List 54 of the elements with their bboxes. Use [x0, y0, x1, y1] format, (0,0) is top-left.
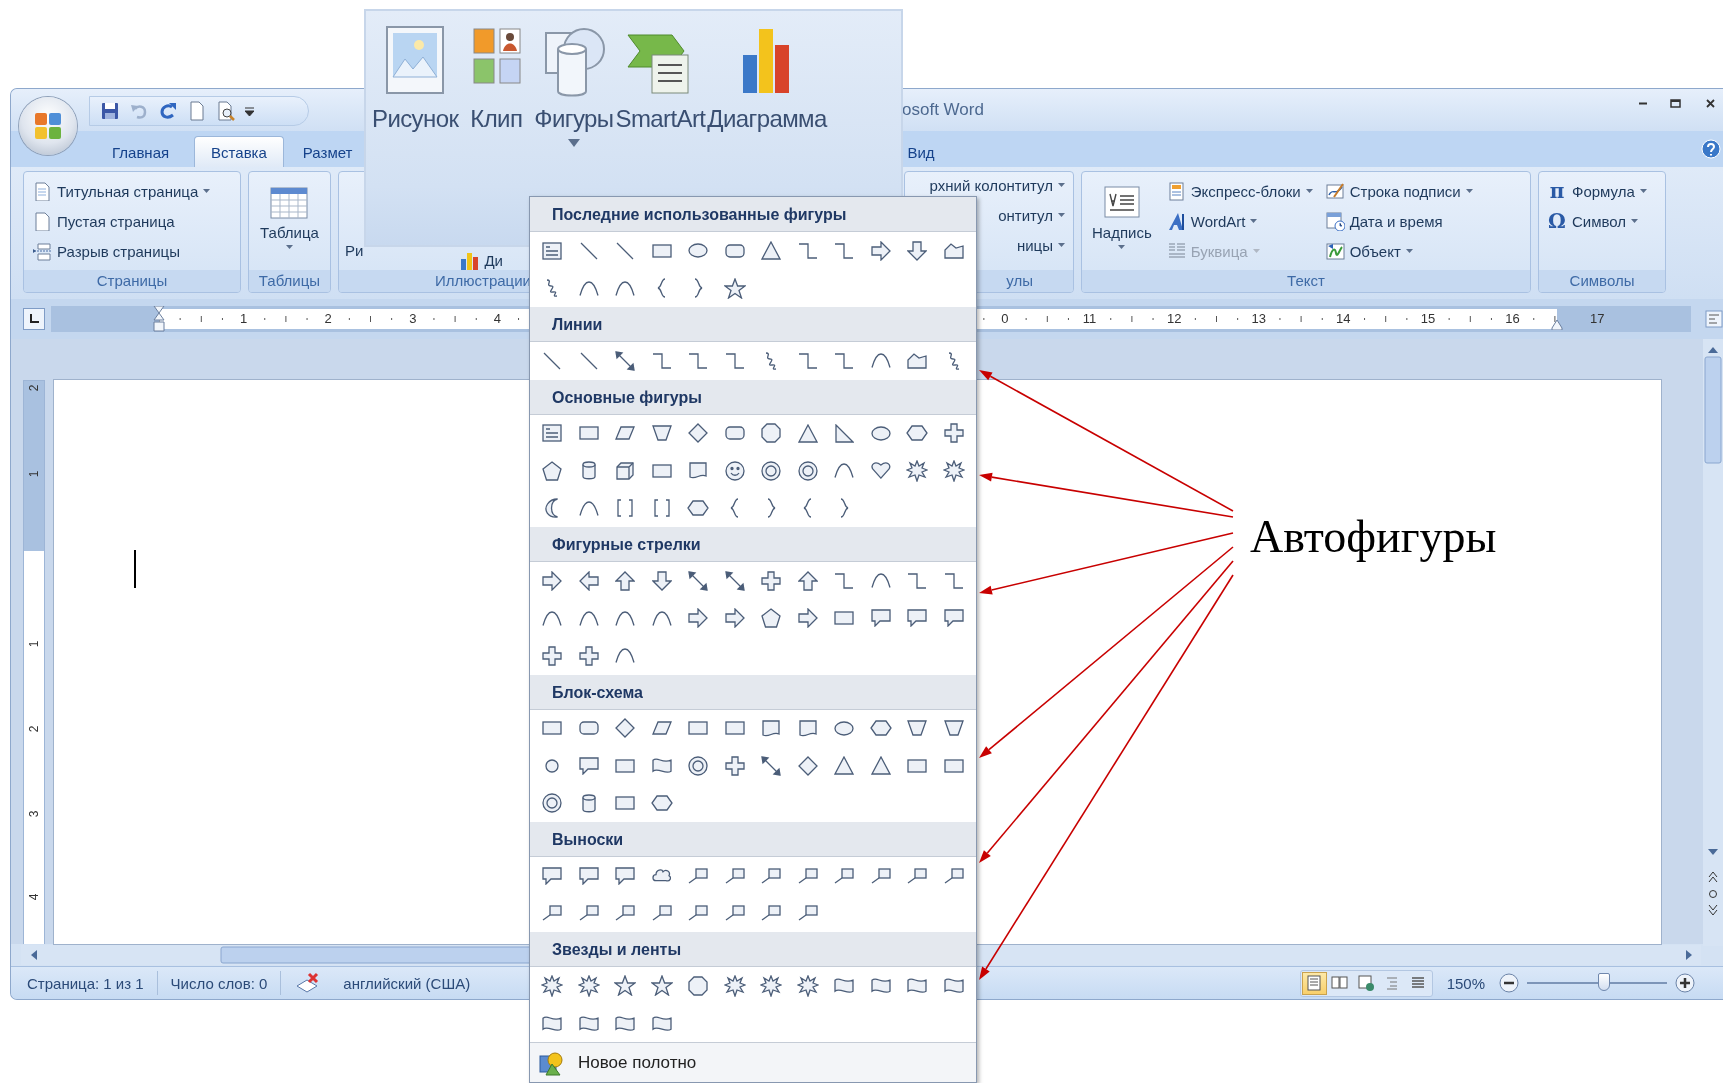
- ribbon-button[interactable]: Разрыв страницы: [30, 236, 213, 266]
- ribbon-button[interactable]: Клип: [460, 23, 533, 147]
- section-header: Выноски: [530, 822, 976, 857]
- ribbon-button[interactable]: Дата и время: [1322, 206, 1475, 236]
- ribbon-tab[interactable]: Главная: [95, 136, 187, 167]
- ribbon-button[interactable]: Пустая страница: [30, 206, 213, 236]
- ribbon-button[interactable]: Фигуры: [534, 23, 614, 147]
- ribbon-tab[interactable]: Размет: [295, 136, 355, 167]
- ribbon-button[interactable]: Ω Символ: [1545, 206, 1649, 236]
- window-title: osoft Word: [902, 100, 984, 120]
- ribbon-button[interactable]: Объект: [1322, 236, 1475, 266]
- group-label: Таблицы: [249, 270, 330, 292]
- ribbon-button[interactable]: Надпись: [1088, 176, 1156, 270]
- ribbon-button[interactable]: Титульная страница: [30, 176, 213, 206]
- group-label: Текст: [1082, 270, 1530, 292]
- page-count: Страница: 1 из 1: [26, 974, 145, 992]
- section-header: Линии: [530, 307, 976, 342]
- ruler-number: 3: [27, 809, 41, 820]
- ribbon-button[interactable]: ницы: [1014, 230, 1067, 260]
- section-header: Звезды и ленты: [530, 932, 976, 967]
- group-label: Страницы: [24, 270, 240, 292]
- ruler-number: 1: [27, 469, 41, 480]
- ribbon-button[interactable]: рхний колонтитул: [927, 172, 1067, 200]
- group-label: Символы: [1539, 270, 1665, 292]
- new-canvas-menu-item[interactable]: Новое полотно: [578, 1052, 697, 1073]
- symbol-icon: Ω: [1547, 209, 1567, 233]
- ribbon-button[interactable]: Рисунок: [372, 23, 459, 147]
- ribbon-button[interactable]: π Формула: [1545, 176, 1649, 206]
- ruler-number: 2: [27, 383, 41, 394]
- ribbon-button[interactable]: Таблица: [256, 176, 323, 270]
- ruler-number: 1: [27, 639, 41, 650]
- ribbon-tab[interactable]: Вставка: [194, 136, 284, 167]
- ribbon-button[interactable]: Строка подписи: [1322, 176, 1475, 206]
- ribbon-button[interactable]: онтитул: [996, 200, 1067, 230]
- ribbon-tab[interactable]: Вид: [902, 136, 952, 167]
- ribbon-button[interactable]: SmartArt: [615, 23, 706, 147]
- section-header: Последние использованные фигуры: [530, 197, 976, 232]
- zoom-level[interactable]: 150%: [1446, 974, 1485, 992]
- ribbon-button[interactable]: Диаграмма: [707, 23, 827, 147]
- section-header: Основные фигуры: [530, 379, 976, 415]
- ribbon-button[interactable]: WordArt: [1163, 206, 1315, 236]
- symbol-icon: π: [1547, 179, 1567, 203]
- word-count: Число слов: 0: [169, 974, 269, 992]
- language[interactable]: английский (США): [321, 974, 484, 992]
- ruler-number: 2: [27, 724, 41, 735]
- annotation-label: Автофигуры: [1250, 510, 1497, 563]
- section-header: Фигурные стрелки: [530, 527, 976, 562]
- ruler-number: 4: [27, 892, 41, 903]
- ribbon-button[interactable]: Ри: [345, 240, 364, 260]
- ruler-number: 14: [1333, 311, 1354, 326]
- ruler-number: 17: [1588, 311, 1606, 326]
- ribbon-button[interactable]: Ди: [457, 251, 505, 269]
- ribbon-button[interactable]: Экспресс-блоки: [1163, 176, 1315, 206]
- section-header: Блок-схема: [530, 674, 976, 710]
